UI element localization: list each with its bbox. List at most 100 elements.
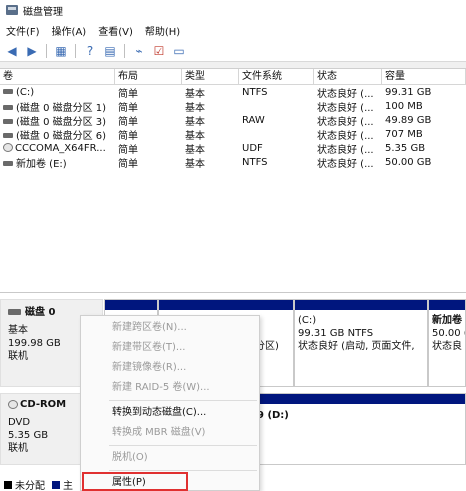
title-bar: 磁盘管理: [0, 0, 466, 20]
disk0-size: 199.98 GB: [8, 338, 61, 349]
disk0-name: 磁盘 0: [25, 307, 56, 318]
menu-view[interactable]: 查看(V): [98, 23, 133, 38]
volume-name: (C:): [16, 86, 35, 98]
table-row[interactable]: 新加卷 (E:) 简单 基本 NTFS 状态良好 (... 50.00 GB: [0, 155, 466, 170]
filesystem-cell: NTFS: [242, 156, 268, 168]
menu-item-new-raid5[interactable]: 新建 RAID-5 卷(W)...: [81, 378, 261, 398]
legend-unallocated: 未分配: [15, 481, 45, 491]
toolbar-separator: [46, 43, 47, 58]
cd-drive-icon: [8, 399, 18, 409]
disk-list-icon[interactable]: ▦: [53, 43, 69, 59]
type-cell: 基本: [185, 102, 205, 114]
type-cell: 基本: [185, 130, 205, 142]
toolbar: ◀ ▶ ▦ ? ▤ ⌁ ☑ ▭: [0, 40, 466, 62]
menu-item-offline[interactable]: 脱机(O): [81, 448, 261, 468]
type-cell: 基本: [185, 158, 205, 170]
layout-cell: 简单: [118, 88, 138, 100]
capacity-cell: 99.31 GB: [385, 86, 432, 98]
partition-status: 状态良好 (启动, 页面文件,: [298, 341, 415, 352]
properties-highlight-box: [82, 472, 188, 491]
menu-item-new-spanned[interactable]: 新建跨区卷(N)...: [81, 318, 261, 338]
menu-separator: [109, 400, 257, 401]
volume-icon: [3, 89, 13, 94]
menu-item-new-mirrored[interactable]: 新建镜像卷(R)...: [81, 358, 261, 378]
menu-item-convert-dynamic[interactable]: 转换到动态磁盘(C)...: [81, 403, 261, 423]
disk0-type: 基本: [8, 325, 28, 336]
menu-help[interactable]: 帮助(H): [145, 23, 180, 38]
menu-separator: [109, 445, 257, 446]
table-row[interactable]: CCCOMA_X64FR... 简单 基本 UDF 状态良好 (... 5.35…: [0, 141, 466, 156]
cdrom-type: DVD: [8, 417, 31, 428]
legend-primary: 主: [63, 481, 73, 491]
filesystem-cell: UDF: [242, 142, 263, 154]
cdrom-name: CD-ROM: [20, 399, 67, 410]
column-header-volume[interactable]: 卷: [0, 69, 115, 84]
partition-size: 99.31 GB NTFS: [298, 328, 374, 339]
column-header-layout[interactable]: 布局: [115, 69, 182, 84]
column-header-capacity[interactable]: 容量: [382, 69, 466, 84]
partition-name: 新加卷: [432, 315, 462, 326]
volume-list: 卷 布局 类型 文件系统 状态 容量 (C:) 简单 基本 NTFS 状态良好 …: [0, 68, 466, 292]
table-row[interactable]: (C:) 简单 基本 NTFS 状态良好 (... 99.31 GB: [0, 85, 466, 100]
menu-bar: 文件(F) 操作(A) 查看(V) 帮助(H): [0, 20, 466, 40]
checkmark-icon[interactable]: ☑: [151, 43, 167, 59]
menu-action[interactable]: 操作(A): [52, 23, 87, 38]
help-icon[interactable]: ?: [82, 43, 98, 59]
type-cell: 基本: [185, 116, 205, 128]
capacity-cell: 5.35 GB: [385, 142, 426, 154]
context-menu: 新建跨区卷(N)... 新建带区卷(T)... 新建镜像卷(R)... 新建 R…: [80, 315, 260, 491]
volume-name: (磁盘 0 磁盘分区 6): [16, 130, 107, 142]
layout-cell: 简单: [118, 116, 138, 128]
disk0-partition-e[interactable]: 新加卷 50.00 ( 状态良: [428, 299, 466, 387]
type-cell: 基本: [185, 144, 205, 156]
table-row[interactable]: (磁盘 0 磁盘分区 1) 简单 基本 状态良好 (... 100 MB: [0, 99, 466, 114]
table-row[interactable]: (磁盘 0 磁盘分区 6) 简单 基本 状态良好 (... 707 MB: [0, 127, 466, 142]
partition-status: 状态良: [432, 341, 462, 352]
forward-arrow-icon[interactable]: ▶: [24, 43, 40, 59]
column-header-status[interactable]: 状态: [314, 69, 382, 84]
connect-icon[interactable]: ⌁: [131, 43, 147, 59]
table-row[interactable]: (磁盘 0 磁盘分区 3) 简单 基本 RAW 状态良好 (... 49.89 …: [0, 113, 466, 128]
volume-name: 新加卷 (E:): [16, 158, 67, 170]
disk-management-icon: [6, 5, 18, 15]
column-header-type[interactable]: 类型: [182, 69, 239, 84]
toolbar-separator: [75, 43, 76, 58]
capacity-cell: 49.89 GB: [385, 114, 432, 126]
cd-drive-icon: [3, 143, 13, 152]
cdrom-size: 5.35 GB: [8, 430, 49, 441]
menu-file[interactable]: 文件(F): [6, 23, 40, 38]
type-cell: 基本: [185, 88, 205, 100]
status-cell: 状态良好 (...: [317, 144, 374, 156]
back-arrow-icon[interactable]: ◀: [4, 43, 20, 59]
filesystem-cell: NTFS: [242, 86, 268, 98]
primary-swatch: [52, 480, 60, 489]
disk0-partition-c[interactable]: (C:) 99.31 GB NTFS 状态良好 (启动, 页面文件,: [294, 299, 428, 387]
status-cell: 状态良好 (...: [317, 88, 374, 100]
layout-cell: 简单: [118, 130, 138, 142]
filesystem-cell: RAW: [242, 114, 265, 126]
legend: 未分配 主: [0, 477, 73, 491]
partition-name: (C:): [298, 315, 317, 326]
cdrom-volume-label: 9 (D:): [257, 410, 289, 421]
properties-icon[interactable]: ▤: [102, 43, 118, 59]
menu-item-new-striped[interactable]: 新建带区卷(T)...: [81, 338, 261, 358]
capacity-cell: 100 MB: [385, 100, 423, 112]
layout-cell: 简单: [118, 102, 138, 114]
partition-bar: [105, 300, 157, 310]
window-icon[interactable]: ▭: [171, 43, 187, 59]
layout-cell: 简单: [118, 158, 138, 170]
menu-item-convert-mbr[interactable]: 转换成 MBR 磁盘(V): [81, 423, 261, 443]
partition-bar: [159, 300, 293, 310]
volume-name: CCCOMA_X64FR...: [15, 142, 106, 154]
menu-separator: [109, 470, 257, 471]
toolbar-separator: [124, 43, 125, 58]
volume-list-header: 卷 布局 类型 文件系统 状态 容量: [0, 69, 466, 85]
status-cell: 状态良好 (...: [317, 158, 374, 170]
column-header-filesystem[interactable]: 文件系统: [239, 69, 314, 84]
volume-icon: [3, 161, 13, 166]
partition-bar: [429, 300, 465, 310]
volume-icon: [3, 133, 13, 138]
volume-icon: [3, 119, 13, 124]
hard-disk-icon: [8, 309, 21, 315]
cdrom-state: 联机: [8, 443, 28, 454]
